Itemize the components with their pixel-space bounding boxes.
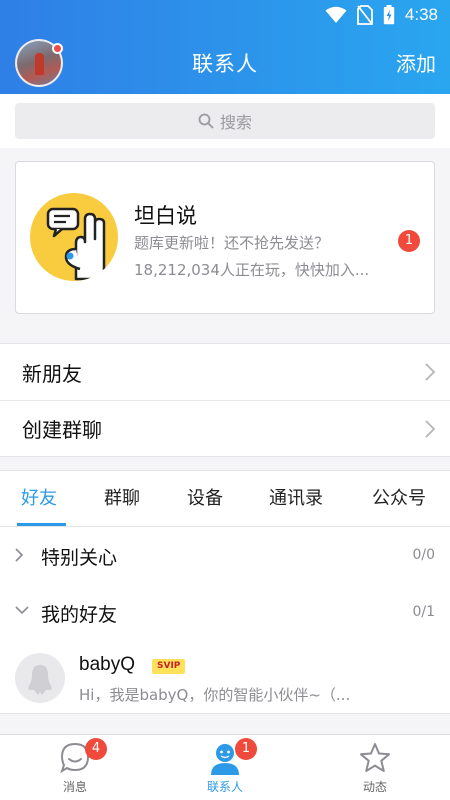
search-input[interactable]: 搜索 <box>15 103 435 139</box>
search-placeholder: 搜索 <box>219 113 252 132</box>
new-friends-label: 新朋友 <box>22 361 82 386</box>
search-bar: 搜索 <box>0 94 450 148</box>
wifi-icon <box>325 6 347 23</box>
nav-label: 联系人 <box>206 780 243 794</box>
promo-badge: 1 <box>398 230 420 252</box>
tab-official-accounts[interactable]: 公众号 <box>372 471 426 527</box>
friend-message: Hi，我是babyQ，你的智能小伙伴~（... <box>79 686 351 704</box>
nav-label: 消息 <box>62 780 87 794</box>
create-group-item[interactable]: 创建群聊 <box>0 400 450 457</box>
active-tab-indicator <box>17 523 66 526</box>
add-button[interactable]: 添加 <box>396 48 436 77</box>
chevron-right-icon <box>425 363 436 381</box>
no-sim-icon <box>357 5 373 25</box>
promo-title: 坦白说 <box>134 204 197 228</box>
create-group-label: 创建群聊 <box>22 418 102 442</box>
avatar <box>15 653 65 703</box>
header: 联系人 添加 <box>0 32 450 94</box>
promo-subtitle: 题库更新啦！还不抢先发送？ <box>134 234 330 252</box>
promo-card[interactable]: 坦白说 题库更新啦！还不抢先发送？ 18,212,034人正在玩，快快加入...… <box>15 161 435 314</box>
group-count: 0/0 <box>412 547 435 563</box>
tab-devices[interactable]: 设备 <box>187 471 223 527</box>
new-friends-item[interactable]: 新朋友 <box>0 343 450 400</box>
contact-tabs: 好友 群聊 设备 通讯录 公众号 <box>0 470 450 527</box>
status-bar: 4:38 <box>0 0 450 32</box>
group-special-care[interactable]: 特别关心 0/0 <box>0 527 450 584</box>
messages-badge: 4 <box>85 738 107 760</box>
nav-moments[interactable]: 动态 <box>300 735 450 800</box>
tanbaishuo-logo <box>30 193 118 281</box>
nav-contacts[interactable]: 1 联系人 <box>150 735 300 800</box>
group-count: 0/1 <box>412 604 435 620</box>
clock: 4:38 <box>404 5 438 24</box>
bottom-nav: 4 消息 1 联系人 动态 <box>0 734 450 800</box>
contacts-badge: 1 <box>235 738 257 760</box>
nav-label: 动态 <box>362 780 387 794</box>
nav-messages[interactable]: 4 消息 <box>0 735 150 800</box>
group-name: 我的好友 <box>41 604 118 626</box>
tab-friends[interactable]: 好友 <box>21 471 57 527</box>
tab-groups[interactable]: 群聊 <box>104 471 140 527</box>
page-title: 联系人 <box>192 52 258 76</box>
chevron-down-icon <box>15 606 29 615</box>
group-my-friends[interactable]: 我的好友 0/1 <box>0 584 450 641</box>
tab-address-book[interactable]: 通讯录 <box>269 471 323 527</box>
star-icon <box>360 743 390 772</box>
battery-charging-icon <box>383 5 395 25</box>
search-icon <box>198 113 214 129</box>
list-item[interactable]: babyQ SVIP Hi，我是babyQ，你的智能小伙伴~（... <box>0 641 450 714</box>
promo-players: 18,212,034人正在玩，快快加入... <box>134 261 370 279</box>
chevron-right-icon <box>425 420 436 438</box>
group-name: 特别关心 <box>41 547 118 569</box>
friend-name: babyQ <box>79 654 135 675</box>
svip-badge: SVIP <box>152 659 186 674</box>
chevron-right-icon <box>15 548 24 562</box>
